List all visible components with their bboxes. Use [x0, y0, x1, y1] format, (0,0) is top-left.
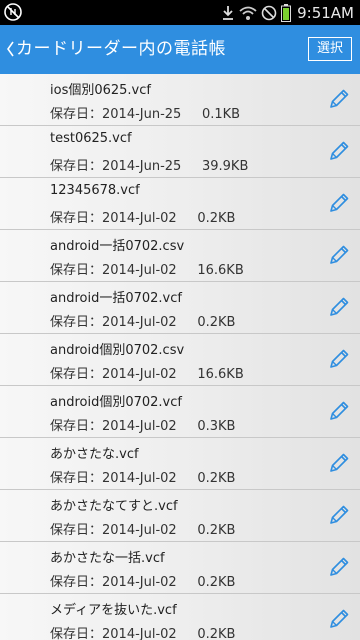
select-button[interactable]: 選択: [308, 37, 352, 61]
file-meta: 保存日：2014-Jul-02 0.2KB: [50, 315, 236, 330]
page-title: カードリーダー内の電話帳: [16, 39, 226, 59]
pencil-edit-icon[interactable]: [327, 347, 351, 371]
file-meta: 保存日：2014-Jun-25 0.1KB: [50, 107, 241, 122]
file-name: あかさたな一括.vcf: [50, 551, 165, 566]
usb-debug-icon: [4, 3, 22, 21]
file-name: あかさたなてすと.vcf: [50, 499, 178, 514]
pencil-edit-icon[interactable]: [327, 243, 351, 267]
list-item[interactable]: あかさたなてすと.vcf 保存日：2014-Jul-02 0.2KB: [0, 490, 360, 542]
pencil-edit-icon[interactable]: [327, 191, 351, 215]
file-name: android個別0702.vcf: [50, 395, 182, 410]
list-item[interactable]: android一括0702.vcf 保存日：2014-Jul-02 0.2KB: [0, 282, 360, 334]
wifi-icon: [239, 6, 257, 20]
file-name: android個別0702.csv: [50, 343, 185, 358]
battery-icon: [281, 3, 292, 22]
file-meta: 保存日：2014-Jul-02 0.2KB: [50, 575, 236, 590]
file-name: あかさたな.vcf: [50, 447, 139, 462]
chevron-left-icon[interactable]: [5, 38, 15, 60]
list-item[interactable]: android個別0702.vcf 保存日：2014-Jul-02 0.3KB: [0, 386, 360, 438]
file-meta: 保存日：2014-Jul-02 0.2KB: [50, 627, 236, 640]
status-time: 9:51AM: [297, 3, 354, 22]
file-name: test0625.vcf: [50, 131, 132, 146]
list-item[interactable]: android個別0702.csv 保存日：2014-Jul-02 16.6KB: [0, 334, 360, 386]
list-item[interactable]: 12345678.vcf 保存日：2014-Jul-02 0.2KB: [0, 178, 360, 230]
pencil-edit-icon[interactable]: [327, 139, 351, 163]
pencil-edit-icon[interactable]: [327, 399, 351, 423]
list-item[interactable]: test0625.vcf 保存日：2014-Jun-25 39.9KB: [0, 126, 360, 178]
list-item[interactable]: あかさたな.vcf 保存日：2014-Jul-02 0.2KB: [0, 438, 360, 490]
file-meta: 保存日：2014-Jul-02 0.3KB: [50, 419, 236, 434]
file-meta: 保存日：2014-Jul-02 0.2KB: [50, 523, 236, 538]
file-list: ios個別0625.vcf 保存日：2014-Jun-25 0.1KB test…: [0, 74, 360, 640]
file-meta: 保存日：2014-Jul-02 0.2KB: [50, 211, 236, 226]
no-signal-icon: [261, 5, 277, 20]
file-meta: 保存日：2014-Jul-02 0.2KB: [50, 471, 236, 486]
title-bar: カードリーダー内の電話帳 選択: [0, 25, 360, 74]
file-meta: 保存日：2014-Jul-02 16.6KB: [50, 263, 244, 278]
status-bar: 9:51AM: [0, 0, 360, 25]
pencil-edit-icon[interactable]: [327, 451, 351, 475]
list-item[interactable]: android一括0702.csv 保存日：2014-Jul-02 16.6KB: [0, 230, 360, 282]
download-icon: [223, 5, 234, 20]
pencil-edit-icon[interactable]: [327, 295, 351, 319]
pencil-edit-icon[interactable]: [327, 87, 351, 111]
pencil-edit-icon[interactable]: [327, 607, 351, 631]
list-item[interactable]: あかさたな一括.vcf 保存日：2014-Jul-02 0.2KB: [0, 542, 360, 594]
file-name: android一括0702.csv: [50, 239, 185, 254]
file-name: 12345678.vcf: [50, 183, 140, 198]
list-item[interactable]: ios個別0625.vcf 保存日：2014-Jun-25 0.1KB: [0, 74, 360, 126]
file-name: android一括0702.vcf: [50, 291, 182, 306]
pencil-edit-icon[interactable]: [327, 555, 351, 579]
file-meta: 保存日：2014-Jul-02 16.6KB: [50, 367, 244, 382]
file-name: メディアを抜いた.vcf: [50, 603, 177, 618]
list-item[interactable]: メディアを抜いた.vcf 保存日：2014-Jul-02 0.2KB: [0, 594, 360, 640]
file-meta: 保存日：2014-Jun-25 39.9KB: [50, 159, 249, 174]
file-name: ios個別0625.vcf: [50, 83, 151, 98]
pencil-edit-icon[interactable]: [327, 503, 351, 527]
